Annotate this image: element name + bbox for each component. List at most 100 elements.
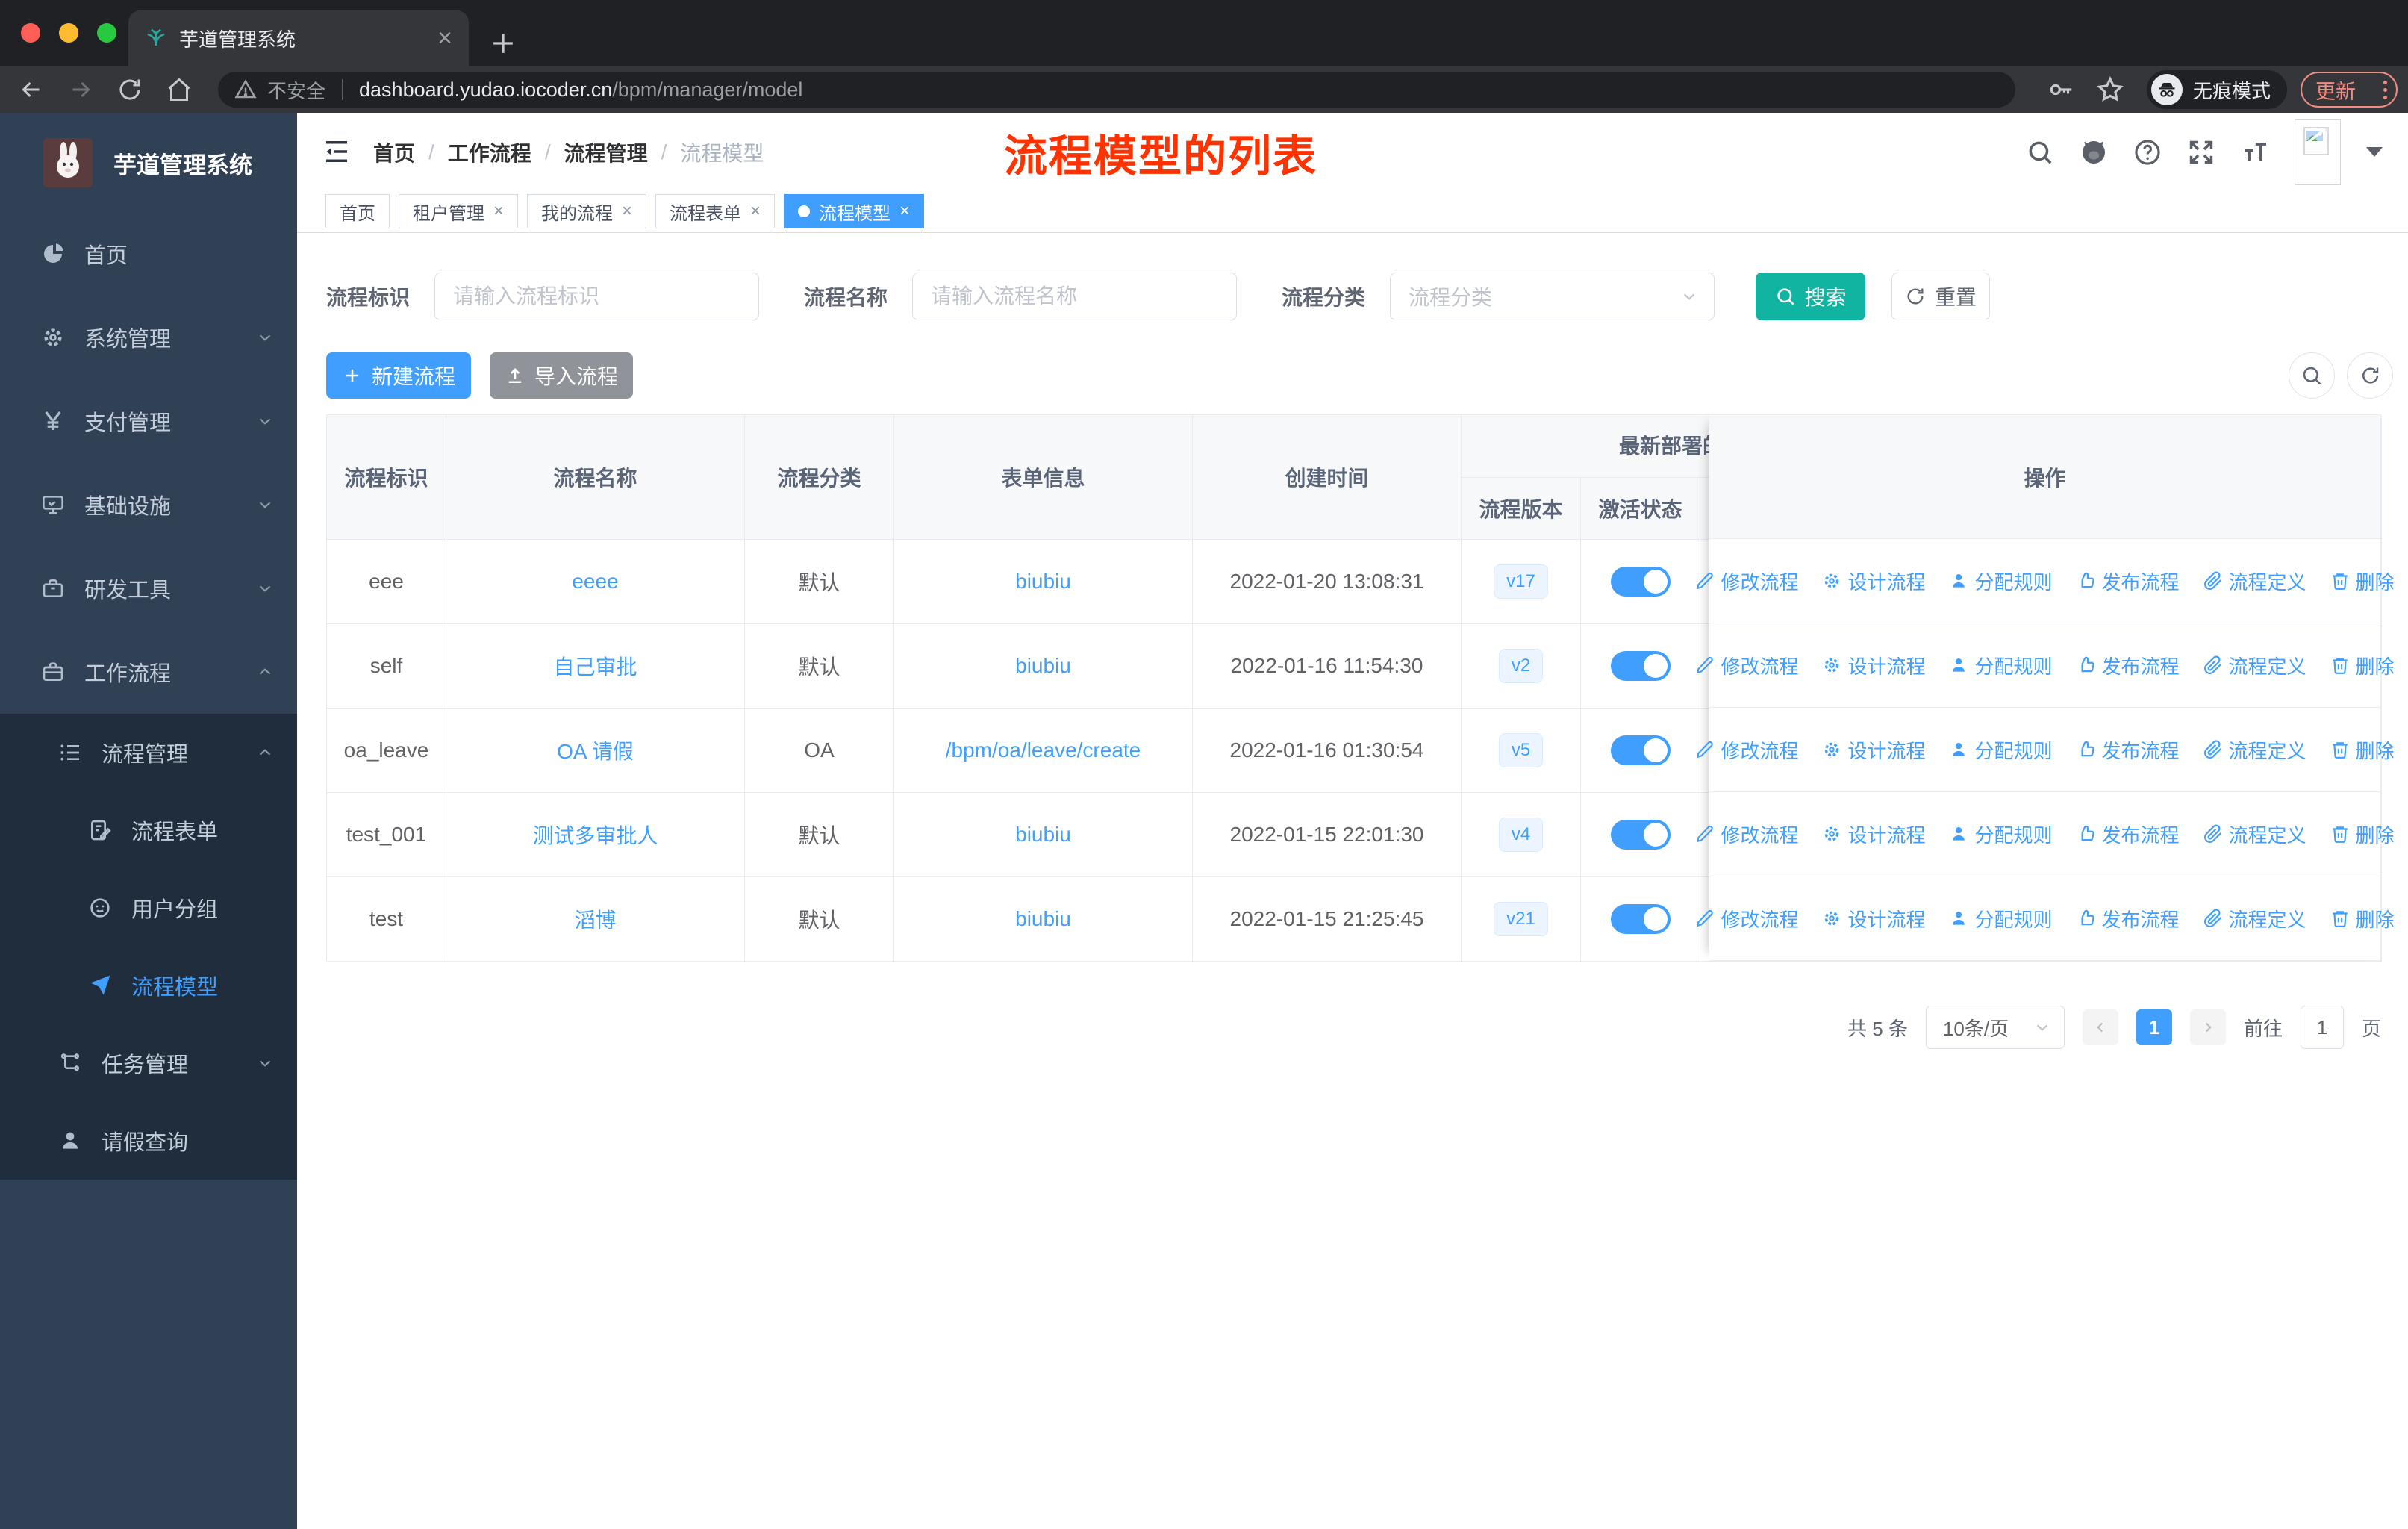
star-icon[interactable] <box>2096 75 2124 104</box>
process-key-input[interactable] <box>434 273 760 320</box>
edit-process-link[interactable]: 修改流程 <box>1695 905 1798 932</box>
process-name-link[interactable]: 滔博 <box>574 904 616 934</box>
delete-link[interactable]: 删除 <box>2330 820 2395 848</box>
search-icon[interactable] <box>2026 138 2054 166</box>
hamburger-icon[interactable] <box>321 136 352 167</box>
tab-close-icon[interactable]: × <box>437 25 452 51</box>
sidebar-item-process-model[interactable]: 流程模型 <box>0 947 297 1024</box>
avatar-caret-icon[interactable] <box>2366 147 2383 157</box>
breadcrumb-home[interactable]: 首页 <box>373 137 415 167</box>
page-size-select[interactable]: 10条/页 <box>1925 1006 2065 1049</box>
tag-process-model[interactable]: 流程模型 × <box>784 194 925 228</box>
active-toggle[interactable] <box>1610 651 1671 681</box>
refresh-table-button[interactable] <box>2347 352 2393 399</box>
sidebar-item-leave-query[interactable]: 请假查询 <box>0 1102 297 1180</box>
form-info-link[interactable]: biubiu <box>1015 823 1071 847</box>
form-info-link[interactable]: biubiu <box>1015 570 1071 594</box>
reset-button[interactable]: 重置 <box>1891 273 1991 320</box>
zoom-window-button[interactable] <box>97 23 116 43</box>
sidebar-item-home[interactable]: 首页 <box>0 212 297 296</box>
process-definition-link[interactable]: 流程定义 <box>2203 652 2306 679</box>
process-definition-link[interactable]: 流程定义 <box>2203 820 2306 848</box>
close-icon[interactable]: × <box>750 201 761 222</box>
delete-link[interactable]: 删除 <box>2330 736 2395 764</box>
prev-page-button[interactable] <box>2082 1009 2118 1045</box>
help-icon[interactable] <box>2133 138 2162 166</box>
close-window-button[interactable] <box>21 23 40 43</box>
design-process-link[interactable]: 设计流程 <box>1822 736 1925 764</box>
process-definition-link[interactable]: 流程定义 <box>2203 736 2306 764</box>
process-name-link[interactable]: OA 请假 <box>557 735 634 765</box>
process-name-link[interactable]: 测试多审批人 <box>532 820 658 850</box>
home-icon[interactable] <box>166 76 193 103</box>
design-process-link[interactable]: 设计流程 <box>1822 905 1925 932</box>
close-icon[interactable]: × <box>493 201 504 222</box>
minimize-window-button[interactable] <box>59 23 78 43</box>
browser-menu-icon[interactable] <box>2383 80 2387 99</box>
active-toggle[interactable] <box>1610 820 1671 850</box>
form-info-link[interactable]: biubiu <box>1015 907 1071 931</box>
font-size-icon[interactable] <box>2241 138 2269 166</box>
delete-link[interactable]: 删除 <box>2330 567 2395 595</box>
design-process-link[interactable]: 设计流程 <box>1822 820 1925 848</box>
create-process-button[interactable]: 新建流程 <box>326 352 471 399</box>
edit-process-link[interactable]: 修改流程 <box>1695 567 1798 595</box>
search-button[interactable]: 搜索 <box>1756 273 1866 320</box>
publish-process-link[interactable]: 发布流程 <box>2077 652 2180 679</box>
warning-icon[interactable] <box>234 78 257 101</box>
close-icon[interactable]: × <box>622 201 632 222</box>
category-select[interactable]: 流程分类 <box>1390 273 1715 320</box>
forward-icon[interactable] <box>67 76 94 103</box>
tag-home[interactable]: 首页 <box>325 194 390 228</box>
publish-process-link[interactable]: 发布流程 <box>2077 820 2180 848</box>
sidebar-item-workflow[interactable]: 工作流程 <box>0 630 297 714</box>
current-page[interactable]: 1 <box>2136 1009 2172 1045</box>
edit-process-link[interactable]: 修改流程 <box>1695 736 1798 764</box>
sidebar-item-infrastructure[interactable]: 基础设施 <box>0 463 297 546</box>
publish-process-link[interactable]: 发布流程 <box>2077 736 2180 764</box>
design-process-link[interactable]: 设计流程 <box>1822 652 1925 679</box>
form-info-link[interactable]: /bpm/oa/leave/create <box>946 738 1141 762</box>
import-process-button[interactable]: 导入流程 <box>490 352 633 399</box>
tag-tenant-management[interactable]: 租户管理 × <box>399 194 519 228</box>
form-info-link[interactable]: biubiu <box>1015 654 1071 678</box>
publish-process-link[interactable]: 发布流程 <box>2077 567 2180 595</box>
next-page-button[interactable] <box>2189 1009 2226 1045</box>
sidebar-item-process-management[interactable]: 流程管理 <box>0 714 297 791</box>
delete-link[interactable]: 删除 <box>2330 652 2395 679</box>
design-process-link[interactable]: 设计流程 <box>1822 567 1925 595</box>
address-bar[interactable]: 不安全 dashboard.yudao.iocoder.cn/bpm/manag… <box>218 72 2015 108</box>
fullscreen-icon[interactable] <box>2187 138 2215 166</box>
avatar[interactable] <box>2295 119 2341 185</box>
active-toggle[interactable] <box>1610 904 1671 934</box>
sidebar-item-user-group[interactable]: 用户分组 <box>0 869 297 947</box>
sidebar-item-process-form[interactable]: 流程表单 <box>0 791 297 869</box>
active-toggle[interactable] <box>1610 567 1671 597</box>
sidebar-item-dev-tools[interactable]: 研发工具 <box>0 546 297 630</box>
browser-update-button[interactable]: 更新 <box>2301 72 2398 108</box>
sidebar-item-payment[interactable]: 支付管理 <box>0 379 297 463</box>
assign-rule-link[interactable]: 分配规则 <box>1949 736 2053 764</box>
process-definition-link[interactable]: 流程定义 <box>2203 905 2306 932</box>
sidebar-item-system[interactable]: 系统管理 <box>0 296 297 379</box>
process-definition-link[interactable]: 流程定义 <box>2203 567 2306 595</box>
edit-process-link[interactable]: 修改流程 <box>1695 820 1798 848</box>
key-icon[interactable] <box>2047 75 2075 104</box>
active-toggle[interactable] <box>1610 735 1671 765</box>
process-name-input[interactable] <box>912 273 1238 320</box>
breadcrumb-process-management[interactable]: 流程管理 <box>564 137 648 167</box>
assign-rule-link[interactable]: 分配规则 <box>1949 652 2053 679</box>
toggle-search-button[interactable] <box>2289 352 2335 399</box>
assign-rule-link[interactable]: 分配规则 <box>1949 905 2053 932</box>
breadcrumb-workflow[interactable]: 工作流程 <box>448 137 531 167</box>
tag-my-process[interactable]: 我的流程 × <box>527 194 647 228</box>
browser-tab[interactable]: 芋道管理系统 × <box>128 10 469 66</box>
delete-link[interactable]: 删除 <box>2330 905 2395 932</box>
close-icon[interactable]: × <box>899 201 910 222</box>
assign-rule-link[interactable]: 分配规则 <box>1949 820 2053 848</box>
sidebar-item-task-management[interactable]: 任务管理 <box>0 1024 297 1102</box>
new-tab-button[interactable] <box>487 27 520 60</box>
publish-process-link[interactable]: 发布流程 <box>2077 905 2180 932</box>
reload-icon[interactable] <box>116 76 143 103</box>
process-name-link[interactable]: eeee <box>572 570 618 594</box>
